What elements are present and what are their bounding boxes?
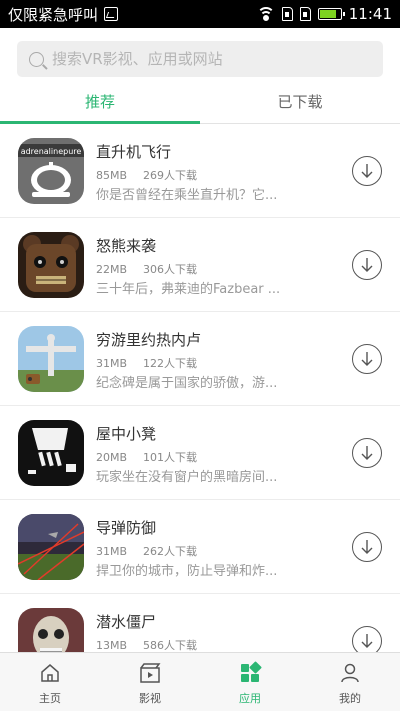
- app-thumbnail: [18, 326, 84, 392]
- nav-apps-label: 应用: [239, 692, 261, 705]
- download-button[interactable]: [352, 250, 382, 280]
- sim2-icon: [299, 7, 311, 21]
- tab-bar: 推荐 已下载: [0, 84, 400, 124]
- app-size: 31MB: [96, 545, 128, 558]
- carrier-text: 仅限紧急呼叫: [8, 5, 99, 24]
- home-icon: [41, 664, 59, 682]
- download-button[interactable]: [352, 532, 382, 562]
- nav-apps[interactable]: 应用: [200, 653, 300, 711]
- app-meta: 85MB 269人下载: [96, 167, 197, 183]
- app-meta: 22MB 306人下载: [96, 261, 197, 277]
- nav-video[interactable]: 影视: [100, 653, 200, 711]
- download-button[interactable]: [352, 438, 382, 468]
- battery-icon: [317, 8, 345, 20]
- thumb-brand-text: adrenalinepure: [21, 147, 82, 156]
- search-input[interactable]: [52, 50, 372, 68]
- app-thumbnail: adrenalinepure: [18, 138, 84, 204]
- app-meta: 31MB 122人下载: [96, 355, 197, 371]
- download-button[interactable]: [352, 626, 382, 652]
- list-item[interactable]: 屋中小凳 20MB 101人下载 玩家坐在没有窗户的黑暗房间...: [0, 406, 400, 500]
- app-description: 三十年后，弗莱迪的Fazbear ...: [96, 282, 281, 297]
- download-button[interactable]: [352, 156, 382, 186]
- app-downloads: 122人下载: [143, 357, 198, 370]
- app-size: 85MB: [96, 169, 128, 182]
- app-size: 22MB: [96, 263, 128, 276]
- tab-recommended[interactable]: 推荐: [0, 84, 200, 124]
- app-title: 直升机飞行: [96, 143, 172, 161]
- app-description: 玩家坐在没有窗户的黑暗房间...: [96, 470, 278, 485]
- app-description: 纪念碑是属于国家的骄傲，游...: [96, 376, 278, 391]
- app-downloads: 101人下载: [143, 451, 198, 464]
- app-thumbnail: [18, 608, 84, 652]
- list-item[interactable]: adrenalinepure 直升机飞行 85MB 269人下载 你是否曾经在乘坐…: [0, 124, 400, 218]
- app-thumbnail: [18, 514, 84, 580]
- app-meta: 20MB 101人下载: [96, 449, 197, 465]
- search-bar[interactable]: [17, 41, 383, 77]
- download-icon: [361, 164, 373, 178]
- wifi-icon: [256, 7, 275, 21]
- clock: 11:41: [348, 5, 392, 23]
- status-bar: 仅限紧急呼叫 11:41: [0, 0, 400, 28]
- list-item[interactable]: 穷游里约热内卢 31MB 122人下载 纪念碑是属于国家的骄傲，游...: [0, 312, 400, 406]
- download-button[interactable]: [352, 344, 382, 374]
- nav-home-label: 主页: [39, 692, 61, 705]
- app-title: 导弹防御: [96, 519, 157, 537]
- nav-home[interactable]: 主页: [0, 653, 100, 711]
- app-title: 屋中小凳: [96, 425, 157, 443]
- apps-icon: [241, 661, 262, 682]
- profile-icon: [341, 663, 359, 683]
- app-description: 捍卫你的城市，防止导弹和炸...: [96, 564, 278, 579]
- app-downloads: 306人下载: [143, 263, 198, 276]
- nav-profile-label: 我的: [339, 692, 361, 705]
- list-item[interactable]: 潜水僵尸 13MB 586人下载: [0, 594, 400, 652]
- app-downloads: 586人下载: [143, 639, 198, 652]
- list-item[interactable]: 导弹防御 31MB 262人下载 捍卫你的城市，防止导弹和炸...: [0, 500, 400, 594]
- screenshot-icon: [104, 7, 119, 21]
- download-icon: [361, 446, 373, 460]
- app-title: 怒熊来袭: [96, 237, 157, 255]
- nav-profile[interactable]: 我的: [300, 653, 400, 711]
- nav-video-label: 影视: [139, 692, 161, 705]
- download-icon: [361, 352, 373, 366]
- app-meta: 31MB 262人下载: [96, 543, 197, 559]
- app-list: adrenalinepure 直升机飞行 85MB 269人下载 你是否曾经在乘坐…: [0, 124, 400, 652]
- app-thumbnail: [18, 420, 84, 486]
- tab-downloaded[interactable]: 已下载: [200, 84, 400, 123]
- search-icon: [29, 51, 44, 67]
- bottom-nav: 主页 影视 应用 我的: [0, 652, 400, 711]
- sim1-icon: [281, 7, 293, 21]
- app-size: 20MB: [96, 451, 128, 464]
- app-size: 13MB: [96, 639, 128, 652]
- download-icon: [361, 258, 373, 272]
- video-icon: [140, 663, 161, 683]
- app-downloads: 269人下载: [143, 169, 198, 182]
- status-icons: 11:41: [256, 5, 392, 23]
- download-icon: [361, 540, 373, 554]
- app-thumbnail: [18, 232, 84, 298]
- app-meta: 13MB 586人下载: [96, 637, 197, 652]
- app-title: 穷游里约热内卢: [96, 331, 202, 349]
- app-description: 你是否曾经在乘坐直升机？它...: [96, 188, 278, 203]
- app-downloads: 262人下载: [143, 545, 198, 558]
- app-size: 31MB: [96, 357, 128, 370]
- list-item[interactable]: 怒熊来袭 22MB 306人下载 三十年后，弗莱迪的Fazbear ...: [0, 218, 400, 312]
- download-icon: [361, 634, 373, 648]
- app-title: 潜水僵尸: [96, 613, 157, 631]
